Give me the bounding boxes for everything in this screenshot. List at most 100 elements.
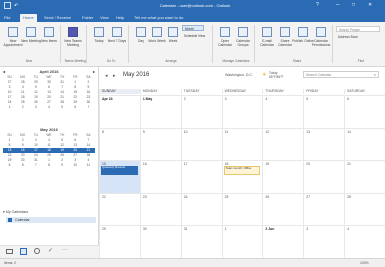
- day-cell[interactable]: 26: [262, 192, 304, 226]
- restore-button[interactable]: □: [352, 2, 355, 8]
- new-teams-meeting-button[interactable]: New Teams Meeting: [64, 24, 82, 52]
- button-label: Calendar Groups: [236, 39, 250, 47]
- schedule-view-button[interactable]: Schedule View: [182, 33, 208, 39]
- day-cell[interactable]: 29: [99, 225, 140, 258]
- new-items-icon: [44, 27, 54, 37]
- search-people-input[interactable]: Search People: [336, 26, 380, 32]
- mini-day[interactable]: 5: [56, 105, 69, 110]
- mail-icon[interactable]: [6, 249, 13, 254]
- day-cell[interactable]: 19: [262, 160, 304, 193]
- calendar-list-item[interactable]: Calendar: [6, 217, 96, 223]
- mini-calendar-weeks: 27 28 29 30 31 1 2 3 4 5 6 7 8 9 10 11 12 13 14 15 16 17 18 19 2…: [3, 80, 95, 110]
- day-cell[interactable]: 1 May: [139, 95, 181, 128]
- next-7-days-button[interactable]: Next 7 Days: [108, 24, 126, 52]
- calendar-event[interactable]: Quarterly Review: [101, 165, 138, 176]
- day-cell[interactable]: 5: [303, 95, 345, 128]
- calendar-checkbox-icon[interactable]: [8, 218, 12, 222]
- email-calendar-button[interactable]: E-mail Calendar: [258, 24, 276, 52]
- day-cell[interactable]: 13: [303, 127, 345, 161]
- group-label-goto: Go To: [106, 59, 116, 63]
- search-calendar-input[interactable]: Search Calendar ⌕: [303, 71, 379, 78]
- new-appointment-button[interactable]: New Appointment: [3, 24, 23, 52]
- mini-day[interactable]: 7: [82, 105, 95, 110]
- day-cell[interactable]: 28: [344, 192, 385, 226]
- day-cell[interactable]: 14: [344, 127, 385, 161]
- day-cell[interactable]: 2 Jun: [262, 225, 304, 258]
- weather-location[interactable]: Washington, D.C.: [225, 73, 253, 77]
- mini-day[interactable]: 8: [42, 163, 55, 168]
- day-cell[interactable]: 20: [303, 160, 345, 193]
- mini-day[interactable]: 4: [42, 105, 55, 110]
- share-calendar-button[interactable]: Share Calendar: [276, 24, 294, 52]
- new-meeting-button[interactable]: New Meeting: [21, 24, 41, 52]
- more-icon[interactable]: ···: [62, 247, 68, 253]
- day-cell[interactable]: 22: [99, 192, 140, 226]
- my-calendars-header[interactable]: ▾ My Calendars: [3, 209, 95, 216]
- publish-online-button[interactable]: Publish Online: [292, 24, 314, 52]
- day-cell[interactable]: 24: [180, 192, 222, 226]
- tab-home[interactable]: Home: [20, 14, 37, 22]
- day-cell[interactable]: 8: [99, 127, 140, 161]
- day-cell[interactable]: 9: [139, 127, 181, 161]
- mini-day[interactable]: 3: [29, 105, 42, 110]
- undo-icon[interactable]: ↶: [14, 3, 18, 9]
- mini-day[interactable]: 9: [56, 163, 69, 168]
- day-cell[interactable]: 21: [344, 160, 385, 193]
- day-cell[interactable]: 2: [180, 95, 222, 128]
- new-items-button[interactable]: New Items: [40, 24, 58, 52]
- mini-day[interactable]: 1: [3, 105, 16, 110]
- day-cell[interactable]: 17: [180, 160, 222, 193]
- calendar-permissions-button[interactable]: Calendar Permissions: [312, 24, 330, 52]
- calendar-groups-button[interactable]: Calendar Groups: [234, 24, 252, 52]
- month-view-button[interactable]: Month: [182, 25, 204, 31]
- help-button[interactable]: ?: [316, 2, 319, 8]
- today-button[interactable]: Today: [90, 24, 108, 52]
- mini-day[interactable]: 7: [29, 163, 42, 168]
- day-cell[interactable]: 12: [262, 127, 304, 161]
- mini-day[interactable]: 10: [69, 163, 82, 168]
- calendar-groups-icon: [238, 27, 248, 37]
- day-cell[interactable]: 4: [262, 95, 304, 128]
- day-cell[interactable]: 27: [303, 192, 345, 226]
- open-calendar-button[interactable]: Open Calendar: [216, 24, 234, 52]
- minimize-button[interactable]: ─: [336, 2, 340, 8]
- calendar-icon[interactable]: [20, 248, 27, 255]
- day-cell[interactable]: 18: [221, 160, 263, 193]
- ribbon: New Appointment New Meeting New Items Ne…: [0, 22, 385, 67]
- mini-day[interactable]: 2: [16, 105, 29, 110]
- day-number: 24: [183, 194, 188, 199]
- tab-folder[interactable]: Folder: [82, 14, 93, 21]
- previous-month-button[interactable]: ◂: [105, 73, 108, 79]
- mini-calendar-may: May 2016 SU MO TU WE TH FR SA 1 2 3 4 5 6 7 8 9 10 11 12 1…: [3, 127, 95, 168]
- next-month-button[interactable]: ▸: [113, 73, 116, 79]
- day-cell[interactable]: 1: [221, 225, 263, 258]
- people-icon[interactable]: [34, 248, 40, 254]
- address-book-button[interactable]: Address Book: [336, 34, 376, 40]
- tab-send-receive[interactable]: Send / Receive: [44, 14, 71, 21]
- week-view-button[interactable]: Week: [164, 24, 182, 52]
- close-button[interactable]: ✕: [368, 2, 372, 8]
- day-cell[interactable]: 30: [139, 225, 181, 258]
- day-cell[interactable]: 3: [221, 95, 263, 128]
- mini-day[interactable]: 6: [69, 105, 82, 110]
- day-cell[interactable]: 6: [344, 95, 385, 128]
- day-cell[interactable]: 25: [221, 192, 263, 226]
- day-cell[interactable]: 16: [139, 160, 181, 193]
- tab-view[interactable]: View: [100, 14, 109, 21]
- day-cell[interactable]: 10: [180, 127, 222, 161]
- tasks-icon[interactable]: ✓: [48, 247, 53, 254]
- save-icon[interactable]: [4, 2, 11, 9]
- day-cell[interactable]: 31: [180, 225, 222, 258]
- day-cell[interactable]: 11: [221, 127, 263, 161]
- day-cell[interactable]: 23: [139, 192, 181, 226]
- mini-day[interactable]: 5: [3, 163, 16, 168]
- tell-me-box[interactable]: Tell me what you want to do: [134, 14, 183, 21]
- mini-day[interactable]: 6: [16, 163, 29, 168]
- calendar-event[interactable]: Team Lunch; Office: [223, 166, 261, 176]
- day-cell[interactable]: 4: [344, 225, 385, 258]
- day-cell[interactable]: 3: [303, 225, 345, 258]
- mini-day[interactable]: 11: [82, 163, 95, 168]
- day-cell[interactable]: Apr 24: [99, 95, 140, 128]
- tab-help[interactable]: Help: [116, 14, 124, 21]
- tab-file[interactable]: File: [4, 14, 10, 21]
